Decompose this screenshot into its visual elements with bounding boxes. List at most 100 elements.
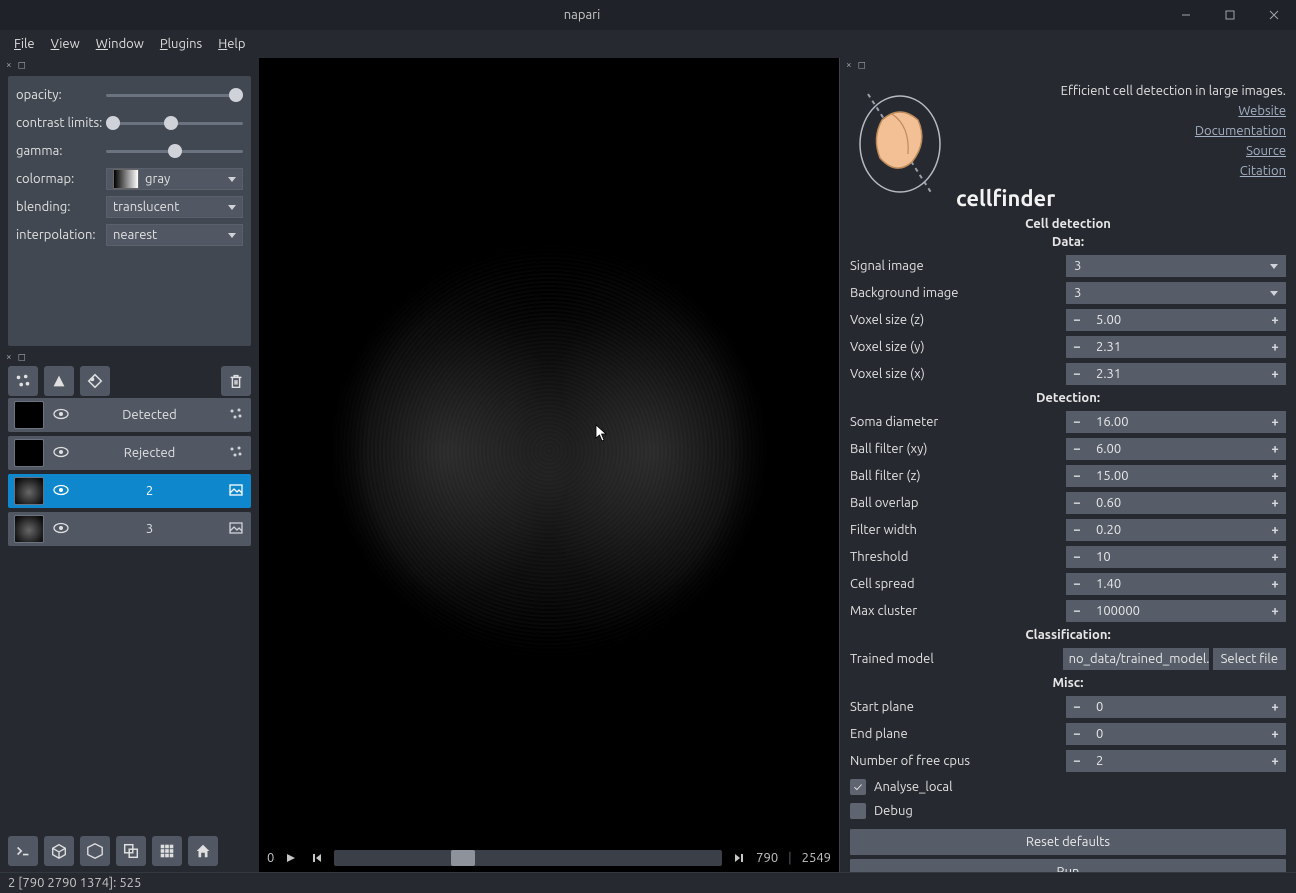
cpus-spin[interactable]: −2+ <box>1066 750 1286 772</box>
layer-row-detected[interactable]: Detected <box>8 398 251 432</box>
minus-icon[interactable]: − <box>1066 367 1088 381</box>
dock-popout-icon[interactable]: ◻ <box>858 60 866 70</box>
plus-icon[interactable]: + <box>1264 550 1286 564</box>
opacity-slider[interactable] <box>106 87 243 103</box>
canvas[interactable] <box>267 66 831 836</box>
minus-icon[interactable]: − <box>1066 700 1088 714</box>
minus-icon[interactable]: − <box>1066 442 1088 456</box>
dock-popout-icon[interactable]: ◻ <box>18 352 26 362</box>
section-classification: Classification: <box>850 628 1286 642</box>
layer-row-2[interactable]: 2 <box>8 474 251 508</box>
visibility-icon[interactable] <box>50 522 72 537</box>
ball-xy-spin[interactable]: −6.00+ <box>1066 438 1286 460</box>
minus-icon[interactable]: − <box>1066 550 1088 564</box>
reset-defaults-button[interactable]: Reset defaults <box>850 829 1286 855</box>
minimize-button[interactable] <box>1164 0 1208 30</box>
console-button[interactable] <box>8 836 38 866</box>
gamma-slider[interactable] <box>106 143 243 159</box>
analyse-local-checkbox[interactable] <box>850 779 866 795</box>
minus-icon[interactable]: − <box>1066 577 1088 591</box>
play-button[interactable] <box>282 849 300 867</box>
plus-icon[interactable]: + <box>1264 700 1286 714</box>
filter-width-spin[interactable]: −0.20+ <box>1066 519 1286 541</box>
close-button[interactable] <box>1252 0 1296 30</box>
threshold-spin[interactable]: −10+ <box>1066 546 1286 568</box>
visibility-icon[interactable] <box>50 408 72 423</box>
contrast-slider[interactable] <box>106 115 243 131</box>
menu-file[interactable]: File <box>8 35 41 53</box>
ball-z-spin[interactable]: −15.00+ <box>1066 465 1286 487</box>
minus-icon[interactable]: − <box>1066 313 1088 327</box>
dock-close-icon[interactable]: × <box>6 60 12 70</box>
minus-icon[interactable]: − <box>1066 340 1088 354</box>
run-button[interactable]: Run <box>850 859 1286 872</box>
voxel-x-spin[interactable]: −2.31+ <box>1066 363 1286 385</box>
link-citation[interactable]: Citation <box>1240 164 1286 178</box>
link-source[interactable]: Source <box>1246 144 1286 158</box>
home-button[interactable] <box>188 836 218 866</box>
maximize-button[interactable] <box>1208 0 1252 30</box>
layer-row-3[interactable]: 3 <box>8 512 251 546</box>
step-fwd-button[interactable] <box>730 849 748 867</box>
transpose-button[interactable] <box>80 836 110 866</box>
grid-button[interactable] <box>152 836 182 866</box>
plus-icon[interactable]: + <box>1264 523 1286 537</box>
minus-icon[interactable]: − <box>1066 469 1088 483</box>
layer-row-rejected[interactable]: Rejected <box>8 436 251 470</box>
plus-icon[interactable]: + <box>1264 340 1286 354</box>
overlap-spin[interactable]: −0.60+ <box>1066 492 1286 514</box>
debug-checkbox[interactable] <box>850 803 866 819</box>
menu-view[interactable]: View <box>45 35 86 53</box>
interpolation-combo[interactable]: nearest <box>106 224 243 246</box>
menu-plugins[interactable]: Plugins <box>154 35 208 53</box>
plus-icon[interactable]: + <box>1264 442 1286 456</box>
plus-icon[interactable]: + <box>1264 415 1286 429</box>
new-shapes-button[interactable] <box>44 366 74 396</box>
model-path-input[interactable]: no_data/trained_model.h5 <box>1063 648 1209 670</box>
roll-dims-button[interactable] <box>44 836 74 866</box>
layer-name: 2 <box>78 484 221 498</box>
select-file-button[interactable]: Select file <box>1213 648 1286 670</box>
plus-icon[interactable]: + <box>1264 604 1286 618</box>
plus-icon[interactable]: + <box>1264 313 1286 327</box>
label-end-plane: End plane <box>850 727 1066 741</box>
minus-icon[interactable]: − <box>1066 496 1088 510</box>
new-points-button[interactable] <box>8 366 38 396</box>
dock-popout-icon[interactable]: ◻ <box>18 60 26 70</box>
plus-icon[interactable]: + <box>1264 754 1286 768</box>
start-plane-spin[interactable]: −0+ <box>1066 696 1286 718</box>
menu-window[interactable]: Window <box>90 35 150 53</box>
minus-icon[interactable]: − <box>1066 727 1088 741</box>
minus-icon[interactable]: − <box>1066 523 1088 537</box>
plus-icon[interactable]: + <box>1264 367 1286 381</box>
end-plane-spin[interactable]: −0+ <box>1066 723 1286 745</box>
dock-close-icon[interactable]: × <box>6 352 12 362</box>
visibility-icon[interactable] <box>50 484 72 499</box>
plus-icon[interactable]: + <box>1264 469 1286 483</box>
max-cluster-spin[interactable]: −100000+ <box>1066 600 1286 622</box>
dims-slider[interactable] <box>334 850 722 866</box>
visibility-icon[interactable] <box>50 446 72 461</box>
voxel-z-spin[interactable]: −5.00+ <box>1066 309 1286 331</box>
ndisplay-button[interactable] <box>116 836 146 866</box>
minus-icon[interactable]: − <box>1066 604 1088 618</box>
link-documentation[interactable]: Documentation <box>1195 124 1286 138</box>
menu-help[interactable]: Help <box>212 35 251 53</box>
soma-spin[interactable]: −16.00+ <box>1066 411 1286 433</box>
minus-icon[interactable]: − <box>1066 415 1088 429</box>
voxel-y-spin[interactable]: −2.31+ <box>1066 336 1286 358</box>
plus-icon[interactable]: + <box>1264 496 1286 510</box>
delete-layer-button[interactable] <box>221 366 251 396</box>
colormap-combo[interactable]: gray <box>106 168 243 190</box>
plus-icon[interactable]: + <box>1264 577 1286 591</box>
link-website[interactable]: Website <box>1238 104 1286 118</box>
background-image-combo[interactable]: 3 <box>1066 282 1286 304</box>
plus-icon[interactable]: + <box>1264 727 1286 741</box>
step-back-button[interactable] <box>308 849 326 867</box>
signal-image-combo[interactable]: 3 <box>1066 255 1286 277</box>
dock-close-icon[interactable]: × <box>846 60 852 70</box>
blending-combo[interactable]: translucent <box>106 196 243 218</box>
spread-spin[interactable]: −1.40+ <box>1066 573 1286 595</box>
minus-icon[interactable]: − <box>1066 754 1088 768</box>
new-labels-button[interactable] <box>80 366 110 396</box>
